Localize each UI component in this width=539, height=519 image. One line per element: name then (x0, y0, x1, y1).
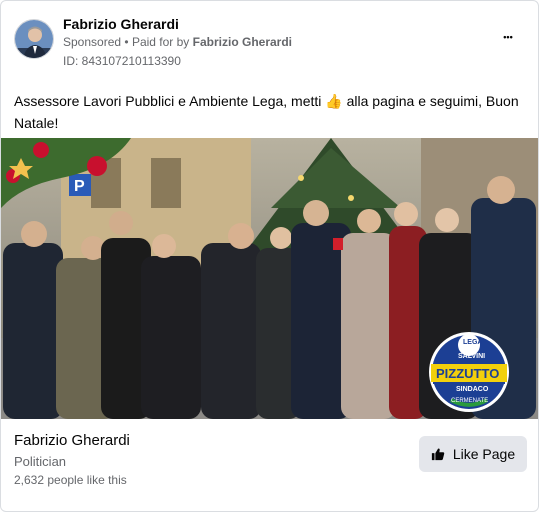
paid-for-prefix: Paid for by (131, 35, 190, 49)
post-image[interactable]: P LEGA SALVINI PIZZUTTO SINDACO CERMENAT… (1, 138, 538, 419)
sponsored-meta: Sponsored • Paid for by Fabrizio Gherard… (63, 35, 292, 49)
page-likes-count: 2,632 people like this (14, 473, 127, 487)
post-text: Assessore Lavori Pubblici e Ambiente Leg… (14, 93, 519, 131)
badge-line-1: SALVINI (458, 353, 485, 360)
svg-text:P: P (74, 178, 85, 195)
page-name[interactable]: Fabrizio Gherardi (14, 432, 130, 449)
badge-line-0: LEGA (463, 339, 482, 346)
sponsored-post-card: Fabrizio Gherardi Sponsored • Paid for b… (0, 0, 539, 512)
like-page-label: Like Page (452, 446, 516, 462)
thumbs-up-icon (431, 448, 445, 461)
meta-separator: • (124, 35, 129, 49)
badge-line-3: SINDACO (456, 386, 489, 393)
badge-line-4: CERMENATE (451, 398, 488, 404)
paid-for-name[interactable]: Fabrizio Gherardi (193, 35, 292, 49)
more-dots-icon: ••• (503, 32, 513, 42)
page-category: Politician (14, 454, 67, 469)
more-options-button[interactable]: ••• (496, 27, 520, 47)
page-footer: Fabrizio Gherardi Politician 2,632 peopl… (14, 429, 529, 499)
sponsored-label: Sponsored (63, 35, 122, 49)
post-header: Fabrizio Gherardi Sponsored • Paid for b… (14, 13, 524, 73)
like-page-button[interactable]: Like Page (419, 436, 527, 472)
author-name[interactable]: Fabrizio Gherardi (63, 16, 179, 32)
ad-id: ID: 843107210113390 (63, 54, 181, 68)
badge-line-2: PIZZUTTO (436, 366, 499, 381)
author-avatar[interactable] (14, 19, 54, 59)
